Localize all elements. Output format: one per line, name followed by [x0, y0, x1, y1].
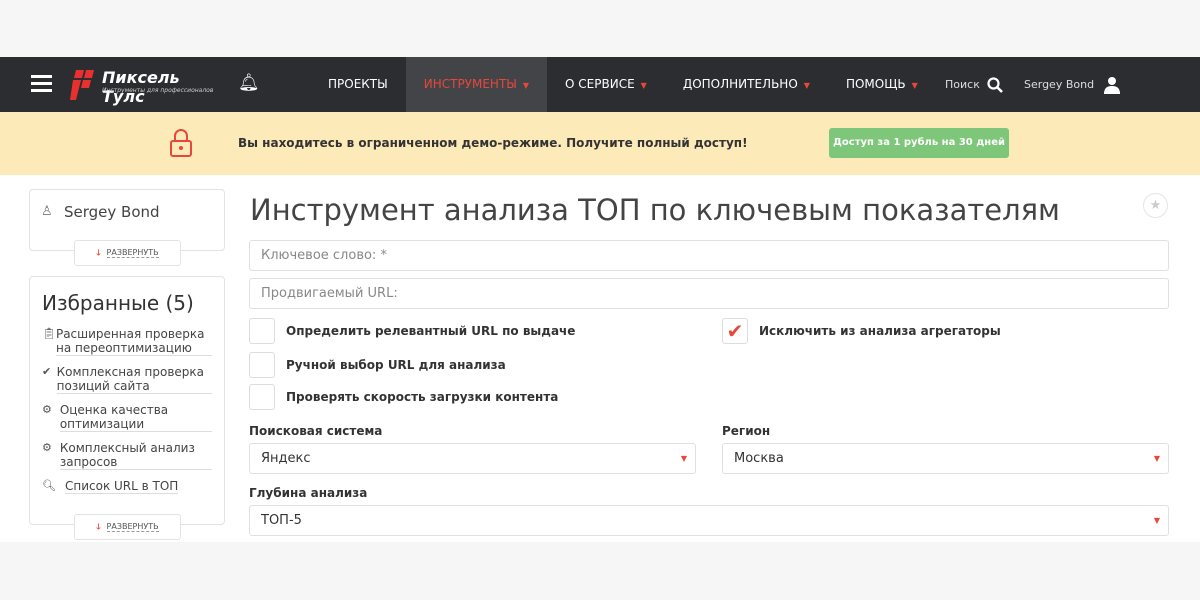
favorite-label: Комплексная проверка позиций сайта: [56, 365, 212, 394]
nav-about[interactable]: О СЕРВИСЕ ▼: [547, 57, 665, 112]
search-engine-label: Поисковая система: [249, 424, 383, 438]
manual-url-checkbox[interactable]: Ручной выбор URL для анализа: [249, 352, 506, 378]
arrow-down-icon: 🡓: [96, 248, 101, 257]
favorite-item[interactable]: 📋︎ Расширенная проверка на переоптимизаци…: [42, 327, 212, 356]
nav-more[interactable]: ДОПОЛНИТЕЛЬНО ▼: [665, 57, 828, 112]
exclude-aggregators-checkbox[interactable]: ✔ Исключить из анализа агрегаторы: [722, 318, 1001, 344]
expand-favorites-button[interactable]: 🡓 РАЗВЕРНУТЬ: [74, 514, 181, 540]
page-title: Инструмент анализа ТОП по ключевым показ…: [250, 193, 1060, 227]
caret-down-icon: ▼: [803, 81, 810, 90]
region-select[interactable]: Москва ▼: [722, 443, 1169, 474]
favorite-label: Список URL в ТОП: [65, 479, 179, 494]
caret-down-icon: ▼: [640, 81, 647, 90]
nav-help[interactable]: ПОМОЩЬ ▼: [828, 57, 936, 112]
search-button[interactable]: Поиск: [945, 77, 1004, 93]
logo-mark-icon: [70, 70, 94, 100]
select-value: Москва: [734, 451, 784, 466]
favorite-star-button[interactable]: ★: [1143, 193, 1168, 218]
checkbox-box[interactable]: [249, 318, 275, 344]
expand-user-button[interactable]: 🡓 РАЗВЕРНУТЬ: [74, 240, 181, 266]
demo-banner: Вы находитесь в ограниченном демо-режиме…: [0, 112, 1200, 175]
favorite-item[interactable]: 🔍︎ Список URL в ТОП: [42, 479, 212, 494]
caret-down-icon: ▼: [522, 81, 530, 90]
depth-label: Глубина анализа: [249, 486, 368, 500]
keyword-input[interactable]: Ключевое слово: *: [249, 240, 1169, 271]
favorite-label: Оценка качества оптимизации: [59, 403, 212, 432]
select-value: Яндекс: [261, 451, 311, 466]
favorite-item[interactable]: ⚙ Оценка качества оптимизации: [42, 403, 212, 432]
favorite-label: Расширенная проверка на переоптимизацию: [55, 327, 212, 356]
user-icon: [1103, 77, 1120, 94]
main-content: ♙ Sergey Bond 🡓 РАЗВЕРНУТЬ Избранные (5) …: [0, 175, 1200, 542]
expand-label: РАЗВЕРНУТЬ: [106, 248, 159, 258]
bell-icon[interactable]: 🔔︎: [238, 73, 260, 93]
nav-label: ДОПОЛНИТЕЛЬНО: [682, 77, 798, 91]
checkmark-icon: ✔: [726, 319, 744, 343]
checkbox-label: Ручной выбор URL для анализа: [286, 358, 506, 372]
user-menu[interactable]: Sergey Bond: [1024, 76, 1120, 94]
top-navbar: Пиксель Тулс Инструменты для профессиона…: [0, 57, 1200, 112]
select-value: ТОП-5: [261, 513, 302, 528]
user-card: ♙ Sergey Bond 🡓 РАЗВЕРНУТЬ: [29, 189, 225, 266]
search-icon: [987, 77, 1004, 93]
checkbox-box[interactable]: ✔: [722, 318, 748, 344]
gear-icon: ⚙: [42, 441, 52, 454]
user-name: Sergey Bond: [1024, 78, 1095, 91]
favorites-card: Избранные (5) 📋︎ Расширенная проверка на …: [29, 276, 225, 540]
url-input[interactable]: Продвигаемый URL:: [249, 278, 1169, 309]
expand-label: РАЗВЕРНУТЬ: [106, 522, 159, 532]
get-access-button[interactable]: Доступ за 1 рубль на 30 дней: [829, 128, 1009, 158]
relevant-url-checkbox[interactable]: Определить релевантный URL по выдаче: [249, 318, 575, 344]
checkbox-label: Проверять скорость загрузки контента: [286, 390, 559, 404]
nav-tools[interactable]: ИНСТРУМЕНТЫ ▼: [405, 57, 548, 112]
arrow-down-icon: 🡓: [96, 522, 101, 531]
checkbox-label: Определить релевантный URL по выдаче: [286, 324, 576, 338]
double-check-icon: ✔: [42, 365, 52, 378]
nav-label: О СЕРВИСЕ: [565, 77, 635, 91]
search-engine-select[interactable]: Яндекс ▼: [249, 443, 696, 474]
logo-subtitle: Инструменты для профессионалов: [102, 87, 214, 94]
search-chart-icon: 🔍︎: [42, 479, 56, 492]
search-label: Поиск: [945, 78, 980, 91]
speed-check-checkbox[interactable]: Проверять скорость загрузки контента: [249, 384, 558, 410]
user-icon: ♙: [41, 204, 53, 219]
checkbox-box[interactable]: [249, 352, 275, 378]
star-icon: ★: [1149, 198, 1162, 213]
nav-label: ПОМОЩЬ: [845, 77, 906, 91]
menu-icon[interactable]: [31, 75, 52, 92]
favorite-item[interactable]: ✔ Комплексная проверка позиций сайта: [42, 365, 212, 394]
clipboard-icon: 📋︎: [42, 327, 56, 340]
checkbox-label: Исключить из анализа агрегаторы: [759, 324, 1001, 338]
caret-down-icon: ▼: [911, 81, 918, 90]
demo-message: Вы находитесь в ограниченном демо-режиме…: [238, 136, 748, 150]
caret-down-icon: ▼: [1153, 454, 1160, 463]
caret-down-icon: ▼: [680, 454, 687, 463]
user-card-name: Sergey Bond: [64, 203, 160, 221]
gears-icon: ⚙: [42, 403, 52, 416]
caret-down-icon: ▼: [1153, 516, 1160, 525]
nav-label: ПРОЕКТЫ: [328, 77, 388, 91]
favorite-label: Комплексный анализ запросов: [59, 441, 212, 470]
checkbox-box[interactable]: [249, 384, 275, 410]
region-label: Регион: [722, 424, 771, 438]
logo[interactable]: Пиксель Тулс Инструменты для профессиона…: [70, 68, 220, 106]
depth-select[interactable]: ТОП-5 ▼: [249, 505, 1169, 536]
nav-projects[interactable]: ПРОЕКТЫ: [310, 57, 406, 112]
favorite-item[interactable]: ⚙ Комплексный анализ запросов: [42, 441, 212, 470]
favorites-title: Избранные (5): [42, 291, 194, 315]
lock-icon: [170, 129, 192, 157]
nav-label: ИНСТРУМЕНТЫ: [423, 77, 517, 91]
